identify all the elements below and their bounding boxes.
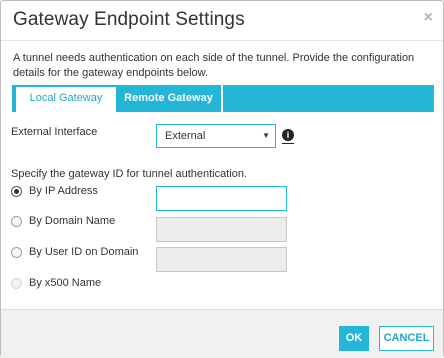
external-interface-label: External Interface — [11, 126, 98, 138]
close-icon[interactable]: × — [424, 9, 433, 27]
radio-label-by-domain-name: By Domain Name — [29, 215, 116, 227]
gateway-id-heading: Specify the gateway ID for tunnel authen… — [11, 168, 248, 180]
dialog-titlebar: Gateway Endpoint Settings × — [1, 1, 443, 41]
external-interface-select[interactable]: External ▼ — [156, 124, 276, 148]
domain-name-input — [156, 217, 287, 242]
chevron-down-icon: ▼ — [262, 131, 270, 140]
dialog-title: Gateway Endpoint Settings — [13, 9, 245, 30]
tab-local-gateway[interactable]: Local Gateway — [16, 87, 116, 112]
radio-label-by-ip-address: By IP Address — [29, 185, 98, 197]
tab-bar: Local Gateway Remote Gateway — [12, 85, 434, 112]
dialog-footer: OK CANCEL — [1, 309, 443, 358]
external-interface-value: External — [165, 130, 206, 142]
radio-by-ip-address[interactable] — [11, 186, 22, 197]
ok-button[interactable]: OK — [339, 326, 369, 351]
info-icon-underline — [282, 143, 294, 144]
gateway-endpoint-settings-dialog: Gateway Endpoint Settings × A tunnel nee… — [0, 0, 444, 358]
radio-by-user-id-on-domain[interactable] — [11, 247, 22, 258]
radio-by-domain-name[interactable] — [11, 216, 22, 227]
radio-label-by-user-id-on-domain: By User ID on Domain — [29, 246, 139, 258]
cancel-button[interactable]: CANCEL — [379, 326, 434, 351]
tab-remote-gateway[interactable]: Remote Gateway — [116, 85, 223, 112]
radio-by-x500-name — [11, 278, 22, 289]
user-id-on-domain-input — [156, 247, 287, 272]
intro-text: A tunnel needs authentication on each si… — [13, 52, 415, 79]
info-icon[interactable]: i — [282, 129, 294, 141]
radio-label-by-x500-name: By x500 Name — [29, 277, 102, 289]
ip-address-input[interactable] — [156, 186, 287, 211]
